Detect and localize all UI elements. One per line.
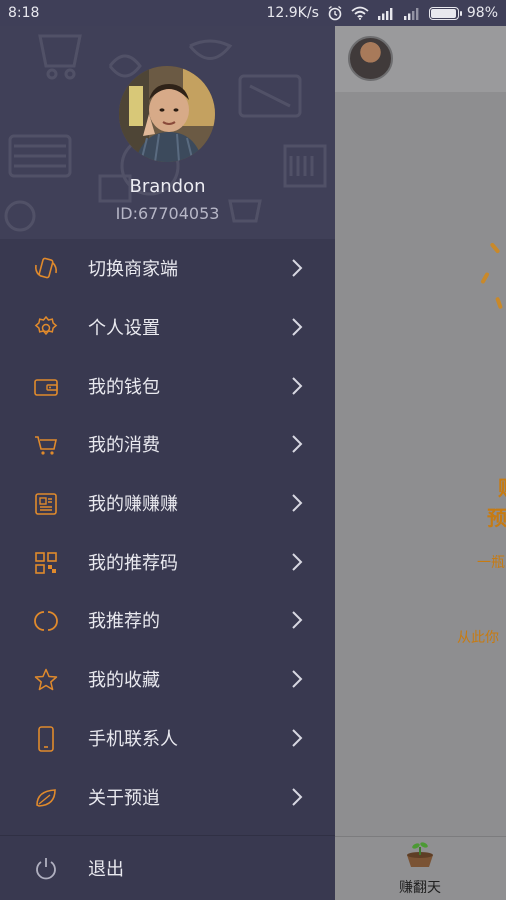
menu-item-earn[interactable]: 我的赚赚赚 <box>0 474 335 533</box>
user-avatar[interactable] <box>119 66 215 162</box>
wifi-icon <box>351 6 369 20</box>
menu-item-wallet[interactable]: 我的钱包 <box>0 356 335 415</box>
chevron-right-icon <box>292 435 303 454</box>
menu-item-about[interactable]: 关于预逍 <box>0 767 335 826</box>
phone-icon <box>38 726 54 752</box>
menu-item-label: 手机联系人 <box>88 728 178 750</box>
menu-item-label: 我推荐的 <box>88 611 160 633</box>
menu-item-label: 关于预逍 <box>88 787 160 809</box>
chevron-right-icon <box>292 729 303 747</box>
main-tabbar: 赚翻天 <box>335 836 506 900</box>
username[interactable]: Brandon <box>0 176 335 197</box>
chevron-right-icon <box>292 377 303 395</box>
cart-icon <box>35 436 57 456</box>
document-icon <box>35 493 57 515</box>
background-main-page: 财 预逍 一瓶 从此你 赚翻天 <box>335 26 506 900</box>
signal-icon <box>377 7 393 20</box>
avatar-photo <box>119 66 215 162</box>
qr-code-icon <box>35 551 57 574</box>
drawer-menu: 切换商家端 个人设置 我的钱包 我的消费 我的赚赚赚 我的推荐码 我推荐的 我的… <box>0 239 335 826</box>
menu-item-label: 我的赚赚赚 <box>88 494 178 516</box>
switch-device-icon <box>35 258 57 279</box>
menu-item-my-referrals[interactable]: 我推荐的 <box>0 591 335 650</box>
battery-percent: 98% <box>466 5 498 21</box>
main-text-1: 财 <box>498 472 506 501</box>
gear-icon <box>34 315 58 336</box>
profile-header: Brandon ID:67704053 <box>0 26 335 239</box>
chevron-right-icon <box>292 670 303 688</box>
chevron-right-icon <box>292 318 303 336</box>
user-id: ID:67704053 <box>115 204 220 223</box>
chevron-right-icon <box>292 611 303 630</box>
tab-label: 赚翻天 <box>399 880 441 896</box>
main-topbar <box>335 26 506 92</box>
main-text-3: 一瓶 <box>477 555 505 571</box>
menu-item-label: 个人设置 <box>88 318 160 340</box>
circle-refresh-icon <box>34 611 58 632</box>
battery-icon <box>428 6 462 20</box>
star-icon <box>34 668 58 691</box>
alarm-icon <box>328 5 342 21</box>
menu-item-label: 我的收藏 <box>88 670 160 692</box>
power-icon <box>36 858 56 880</box>
logout-label: 退出 <box>88 859 124 880</box>
menu-item-label: 我的推荐码 <box>88 552 178 574</box>
tab-zhuanfantian[interactable]: 赚翻天 <box>390 841 450 897</box>
chevron-right-icon <box>292 494 303 512</box>
status-bar: 8:18 12.9K/s 98% <box>0 0 506 26</box>
menu-item-referral-code[interactable]: 我的推荐码 <box>0 532 335 591</box>
menu-item-switch-merchant[interactable]: 切换商家端 <box>0 239 335 298</box>
chevron-right-icon <box>292 259 303 278</box>
signal-icon-2 <box>403 7 419 20</box>
menu-item-favorites[interactable]: 我的收藏 <box>0 650 335 709</box>
topbar-avatar[interactable] <box>348 36 393 81</box>
menu-item-label: 我的消费 <box>88 435 160 457</box>
chevron-right-icon <box>292 553 303 571</box>
leaf-icon <box>36 788 56 807</box>
menu-item-label: 切换商家端 <box>88 259 178 281</box>
main-text-2: 预逍 <box>487 506 506 530</box>
wallet-icon <box>34 378 58 396</box>
menu-item-phone-contacts[interactable]: 手机联系人 <box>0 709 335 768</box>
network-speed: 12.9K/s <box>266 5 319 21</box>
navigation-drawer: Brandon ID:67704053 切换商家端 个人设置 我的钱包 我的消费… <box>0 26 335 900</box>
menu-item-label: 我的钱包 <box>88 376 160 398</box>
main-body: 财 预逍 一瓶 从此你 <box>335 92 506 836</box>
main-text-4: 从此你 <box>457 630 499 646</box>
logout-button[interactable]: 退出 <box>0 835 335 900</box>
status-time: 8:18 <box>8 5 40 21</box>
chevron-right-icon <box>292 787 303 806</box>
sprout-icon <box>407 842 433 867</box>
menu-item-settings[interactable]: 个人设置 <box>0 298 335 357</box>
menu-item-consumption[interactable]: 我的消费 <box>0 415 335 474</box>
